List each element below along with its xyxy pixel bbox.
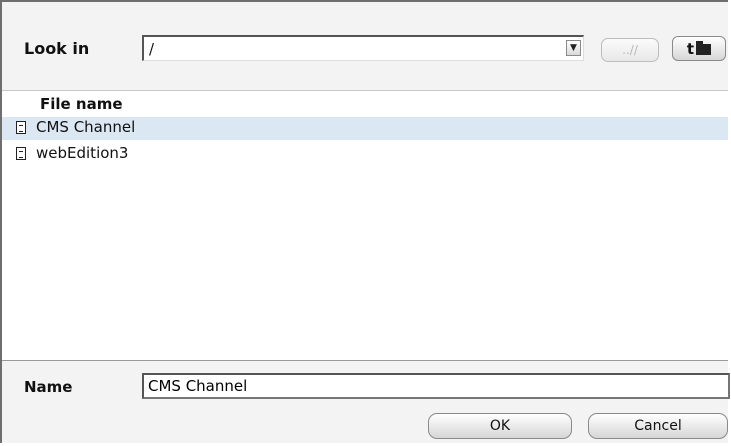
file-chooser-dialog: Look in / ▼ ..// t File name CMS Channel… <box>0 0 730 446</box>
file-icon <box>16 121 26 134</box>
folder-icon <box>696 41 712 55</box>
ok-button[interactable]: OK <box>428 413 572 439</box>
look-in-select[interactable]: / ▼ <box>142 35 584 61</box>
new-folder-label: t <box>686 39 695 58</box>
name-input[interactable] <box>142 373 730 399</box>
name-label: Name <box>24 378 73 396</box>
parent-directory-button[interactable]: ..// <box>601 38 659 62</box>
file-row-cms-channel[interactable]: CMS Channel <box>2 117 728 140</box>
file-row-label: webEdition3 <box>36 144 129 162</box>
file-icon <box>16 147 26 160</box>
dialog-toolbar: Look in / ▼ ..// t <box>2 2 728 90</box>
dialog-footer: Name OK Cancel <box>2 360 730 446</box>
new-folder-button[interactable]: t <box>672 36 726 61</box>
chevron-down-icon[interactable]: ▼ <box>566 40 581 56</box>
look-in-label: Look in <box>24 39 90 58</box>
file-list[interactable]: File name CMS Channel webEdition3 <box>2 90 728 361</box>
look-in-value: / <box>149 40 155 58</box>
parent-directory-label: ..// <box>622 43 638 57</box>
cancel-button[interactable]: Cancel <box>588 413 728 439</box>
file-row-label: CMS Channel <box>36 118 136 136</box>
file-name-column-header: File name <box>40 95 123 113</box>
file-row-webedition3[interactable]: webEdition3 <box>2 143 728 166</box>
